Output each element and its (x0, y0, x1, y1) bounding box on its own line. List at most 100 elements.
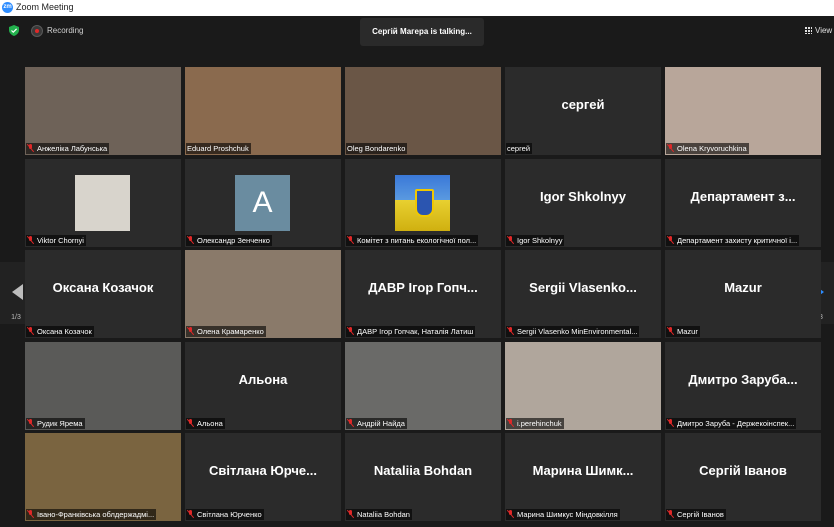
participant-name: Альона (197, 419, 223, 428)
participant-name: Олена Крамаренко (197, 327, 264, 336)
participant-name: Olena Kryvoruchkina (677, 144, 747, 153)
participant-name-label: i.perehinchuk (506, 418, 564, 429)
trident-emblem-icon (415, 189, 434, 217)
title-bar: zm Zoom Meeting (0, 0, 834, 16)
participant-tile[interactable]: Альона Альона (185, 342, 341, 430)
participant-display-name: сергей (561, 97, 605, 112)
participant-name-label: Oleg Bondarenko (346, 143, 408, 154)
participant-tile[interactable]: Олена Крамаренко (185, 250, 341, 338)
participant-name-label: Olena Kryvoruchkina (666, 143, 749, 154)
participant-tile[interactable]: Sergii Vlasenko... Sergii Vlasenko MinEnv… (505, 250, 661, 338)
participant-tile[interactable]: Оксана Козачок Оксана Козачок (25, 250, 181, 338)
mic-muted-icon (187, 419, 194, 427)
participant-name: Sergii Vlasenko MinEnvironmental... (517, 327, 638, 336)
participant-tile[interactable]: Марина Шимк... Марина Шимкус Міндовкілля (505, 433, 661, 521)
participant-tile[interactable]: Mazur Mazur (665, 250, 821, 338)
zoom-logo-icon: zm (2, 2, 13, 13)
participant-name-label: Оксана Козачок (26, 326, 94, 337)
participant-name: i.perehinchuk (517, 419, 562, 428)
participant-name: Eduard Proshchuk (187, 144, 249, 153)
mic-muted-icon (187, 510, 194, 518)
participant-display-name: Сергій Іванов (699, 463, 787, 478)
participant-name: Сергій Іванов (677, 510, 724, 519)
participant-name: сергей (507, 144, 531, 153)
ukraine-flag-image (395, 175, 450, 231)
mic-muted-icon (507, 236, 514, 244)
mic-muted-icon (667, 419, 674, 427)
view-button-label: View (815, 26, 833, 35)
view-button[interactable]: View (805, 26, 832, 35)
participant-name-label: сергей (506, 143, 533, 154)
participant-tile[interactable]: Анжеліка Лабунська (25, 67, 181, 155)
mic-muted-icon (347, 510, 354, 518)
participant-tile[interactable]: ДАВР Ігор Гопч... ДАВР Ігор Гопчак, Натал… (345, 250, 501, 338)
participant-name-label: Mazur (666, 326, 700, 337)
participant-display-name: Nataliia Bohdan (373, 463, 473, 478)
participant-tile[interactable]: Oleg Bondarenko (345, 67, 501, 155)
participant-display-name: Mazur (724, 280, 762, 295)
participant-tile[interactable]: Nataliia Bohdan Nataliia Bohdan (345, 433, 501, 521)
meeting-top-bar: Recording Сергій Магера is talking... Vi… (0, 16, 834, 46)
mic-muted-icon (507, 510, 514, 518)
mic-muted-icon (27, 510, 34, 518)
participant-name-label: Sergii Vlasenko MinEnvironmental... (506, 326, 640, 337)
participant-tile[interactable]: Eduard Proshchuk (185, 67, 341, 155)
participant-name-label: Івано-Франківська облдержадмі... (26, 509, 157, 520)
participant-name-label: Департамент захисту критичної і... (666, 235, 800, 246)
participant-name-label: Igor Shkolnyy (506, 235, 565, 246)
security-shield-icon[interactable] (9, 25, 19, 36)
participant-tile[interactable]: Сергій Іванов Сергій Іванов (665, 433, 821, 521)
participant-tile[interactable]: Дмитро Заруба... Дмитро Заруба - Держекоі… (665, 342, 821, 430)
mic-muted-icon (507, 419, 514, 427)
participant-name-label: Nataliia Bohdan (346, 509, 412, 520)
participant-tile[interactable]: i.perehinchuk (505, 342, 661, 430)
participant-name-label: Рудик Ярема (26, 418, 85, 429)
mic-muted-icon (27, 419, 34, 427)
participant-name: Оксана Козачок (37, 327, 92, 336)
mic-muted-icon (27, 236, 34, 244)
participant-tile[interactable]: Андрій Найда (345, 342, 501, 430)
mic-muted-icon (507, 327, 514, 335)
window-title: Zoom Meeting (16, 2, 74, 12)
participant-name-label: Комітет з питань екологічної пол... (346, 235, 479, 246)
participant-name-label: Олена Крамаренко (186, 326, 266, 337)
participant-tile[interactable]: Viktor Chornyi (25, 159, 181, 247)
participant-tile[interactable]: Рудик Ярема (25, 342, 181, 430)
mic-muted-icon (347, 419, 354, 427)
participant-tile[interactable]: Комітет з питань екологічної пол... (345, 159, 501, 247)
participant-name-label: Світлана Юрченко (186, 509, 264, 520)
arrow-left-icon (12, 284, 23, 300)
participant-name: Анжеліка Лабунська (37, 144, 108, 153)
participant-display-name: Світлана Юрче... (208, 463, 317, 478)
participant-tile[interactable]: Департамент з... Департамент захисту крит… (665, 159, 821, 247)
participant-name: Івано-Франківська облдержадмі... (37, 510, 155, 519)
participant-tile[interactable]: Івано-Франківська облдержадмі... (25, 433, 181, 521)
participant-display-name: Департамент з... (690, 189, 796, 204)
mic-muted-icon (27, 144, 34, 152)
participant-display-name: ДАВР Ігор Гопч... (368, 280, 478, 295)
participant-tile[interactable]: Igor Shkolnyy Igor Shkolnyy (505, 159, 661, 247)
participant-tile[interactable]: A Олександр Зенченко (185, 159, 341, 247)
participant-name: Mazur (677, 327, 698, 336)
mic-muted-icon (667, 236, 674, 244)
participant-tile[interactable]: Olena Kryvoruchkina (665, 67, 821, 155)
mic-muted-icon (27, 327, 34, 335)
recording-label: Recording (47, 26, 84, 35)
participant-avatar: A (235, 175, 290, 231)
participant-name: Oleg Bondarenko (347, 144, 406, 153)
participant-name-label: Сергій Іванов (666, 509, 726, 520)
participant-name-label: Анжеліка Лабунська (26, 143, 110, 154)
participant-display-name: Оксана Козачок (52, 280, 154, 295)
participant-tile[interactable]: Світлана Юрче... Світлана Юрченко (185, 433, 341, 521)
participant-display-name: Sergii Vlasenko... (529, 280, 637, 295)
participant-name: Igor Shkolnyy (517, 236, 563, 245)
participant-name: Viktor Chornyi (37, 236, 84, 245)
participant-tile[interactable]: сергей сергей (505, 67, 661, 155)
participant-photo (75, 175, 130, 231)
recording-icon[interactable] (31, 25, 43, 37)
participant-name-label: Viktor Chornyi (26, 235, 86, 246)
participant-name-label: Дмитро Заруба - Держекоінспек... (666, 418, 797, 429)
mic-muted-icon (667, 144, 674, 152)
mic-muted-icon (667, 510, 674, 518)
participant-name: Департамент захисту критичної і... (677, 236, 798, 245)
